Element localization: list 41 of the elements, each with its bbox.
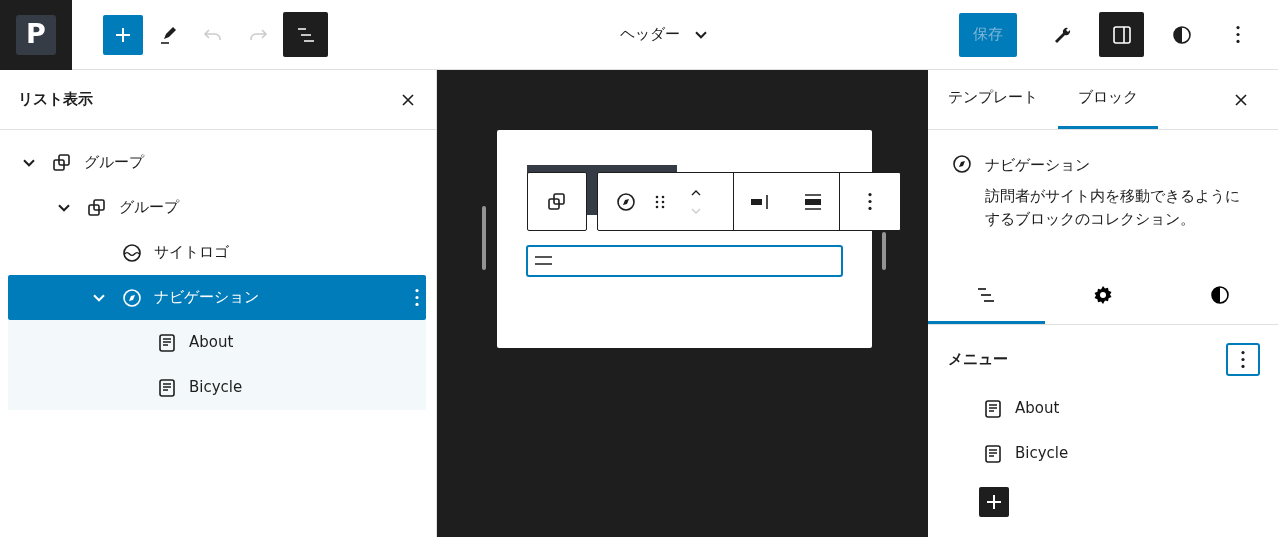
sidebar-tab[interactable]: テンプレート [928, 69, 1058, 129]
block-title: ナビゲーション [985, 155, 1091, 176]
navigation-block[interactable] [526, 245, 843, 277]
tree-item-label: サイトロゴ [154, 242, 230, 264]
menu-options-button[interactable] [1226, 343, 1260, 376]
more-icon [414, 289, 419, 306]
add-block-button[interactable] [103, 14, 143, 55]
chevron-down-icon [695, 30, 707, 39]
tree-item[interactable]: グループ [8, 140, 426, 185]
menu-title: メニュー [948, 349, 1008, 371]
resize-handle[interactable] [882, 232, 886, 270]
list-view-button[interactable] [283, 12, 328, 57]
more-icon [1241, 351, 1245, 368]
add-menu-item-button[interactable] [979, 487, 1009, 517]
site-logo[interactable]: P [16, 14, 56, 55]
panel-title: リスト表示 [18, 89, 93, 111]
tree-item[interactable]: Bicycle [8, 365, 426, 410]
menu-item[interactable]: About [981, 386, 1278, 431]
settings-sidebar-button[interactable] [1099, 12, 1144, 57]
more-icon [1236, 26, 1240, 43]
menu-item-label: About [1015, 398, 1060, 420]
tree-item[interactable]: About [8, 320, 426, 365]
menu-item-label: Bicycle [1015, 443, 1069, 465]
tree-item-label: ナビゲーション [154, 287, 260, 309]
document-title-button[interactable]: ヘッダー [620, 14, 707, 55]
block-description: 訪問者がサイト内を移動できるようにするブロックのコレクション。 [985, 185, 1241, 230]
more-icon [868, 193, 872, 210]
tree-item[interactable]: サイトロゴ [8, 230, 426, 275]
menu-item[interactable]: Bicycle [981, 431, 1278, 476]
tree-item-label: Bicycle [189, 377, 244, 399]
tree-item-label: グループ [119, 197, 181, 219]
chevron-down-icon [93, 293, 105, 302]
tree-item-label: About [189, 332, 235, 354]
chevron-down-icon [23, 158, 35, 167]
resize-handle[interactable] [482, 206, 486, 270]
chevron-down-icon [58, 203, 70, 212]
compass-icon [950, 152, 974, 176]
tree-item-label: グループ [84, 152, 146, 174]
sidebar-tab[interactable]: ブロック [1058, 69, 1158, 129]
tree-item[interactable]: ナビゲーション [8, 275, 426, 320]
tree-item[interactable]: グループ [8, 185, 426, 230]
